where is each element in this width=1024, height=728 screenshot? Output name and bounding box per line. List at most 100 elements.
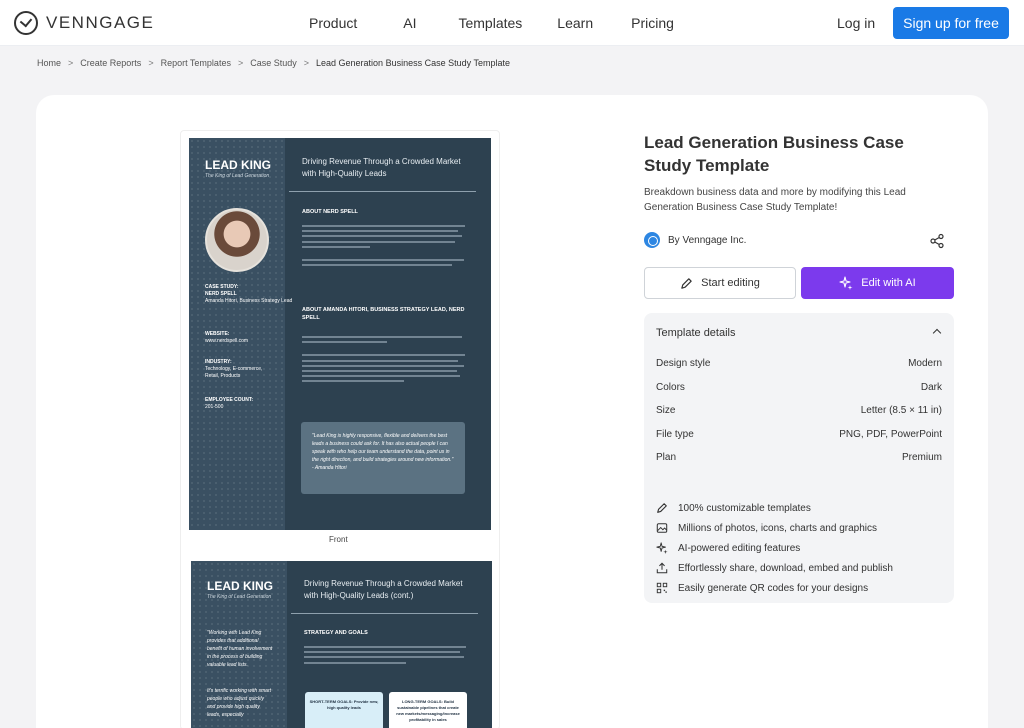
feature-label: Easily generate QR codes for your design… <box>678 582 869 594</box>
logo-text: VENNGAGE <box>46 13 155 32</box>
preview-headline: Driving Revenue Through a Crowded Market… <box>302 157 461 178</box>
breadcrumb: Home > Create Reports > Report Templates… <box>37 58 510 68</box>
venngage-logo[interactable]: VENNGAGE <box>14 11 154 35</box>
preview-brand: LEAD KING <box>207 579 273 593</box>
feature-item: 100% customizable templates <box>656 498 893 518</box>
detail-value: Modern <box>908 358 942 369</box>
chevron-up-icon[interactable] <box>932 328 942 338</box>
detail-label: Plan <box>656 452 677 463</box>
feature-label: Millions of photos, icons, charts and gr… <box>678 522 877 534</box>
detail-row-colors: Colors Dark <box>656 382 942 406</box>
detail-value: PNG, PDF, PowerPoint <box>839 428 942 440</box>
nav-ai[interactable]: AI <box>403 15 416 31</box>
logo-icon <box>14 11 38 35</box>
industry-value: Technology, E-commerce, Retail, Products <box>205 366 263 379</box>
website-label: WEBSITE: <box>205 331 230 337</box>
sparkle-icon <box>656 542 668 554</box>
preview-section-person: ABOUT AMANDA HITORI, BUSINESS STRATEGY L… <box>302 307 465 321</box>
feature-label: AI-powered editing features <box>678 542 801 554</box>
top-nav-bar: VENNGAGE Product AI Templates Learn Pric… <box>0 0 1024 46</box>
breadcrumb-separator: > <box>148 58 154 68</box>
preview-employee: EMPLOYEE COUNT: 201-500 <box>205 397 253 411</box>
pencil-icon <box>657 503 667 513</box>
preview-body-text <box>302 336 472 386</box>
template-preview-front[interactable]: LEAD KING The King of Lead Generation Dr… <box>189 138 491 530</box>
venngage-author-icon <box>644 232 660 248</box>
nav-product[interactable]: Product <box>309 15 357 31</box>
breadcrumb-case-study[interactable]: Case Study <box>250 58 297 68</box>
detail-value: Premium <box>901 452 942 463</box>
breadcrumb-report-templates[interactable]: Report Templates <box>161 58 231 68</box>
author[interactable]: By Venngage Inc. <box>644 232 746 248</box>
industry-label: INDUSTRY: <box>205 359 232 365</box>
qr-code-icon <box>656 582 668 594</box>
edit-with-ai-label: Edit with AI <box>861 277 916 289</box>
preview-body-text <box>304 646 474 667</box>
breadcrumb-separator: > <box>303 58 310 68</box>
preview-industry: INDUSTRY: Technology, E-commerce, Retail… <box>205 359 275 380</box>
details-rows: Design style Modern Colors Dark Size Let… <box>656 358 942 476</box>
preview-short-term-goal: SHORT-TERM GOALS: Provide new, high qual… <box>305 692 383 728</box>
detail-value: Dark <box>920 381 942 393</box>
detail-label: File type <box>656 428 694 440</box>
signup-button[interactable]: Sign up for free <box>893 7 1009 39</box>
preview-case-study: CASE STUDY: NERD SPELL Amanda Hitori, Bu… <box>205 284 292 305</box>
preview-side-quote: It's terrific working with smart people … <box>207 688 272 718</box>
detail-row-size: Size Letter (8.5 × 11 in) <box>656 405 942 429</box>
feature-item: Millions of photos, icons, charts and gr… <box>656 518 893 538</box>
preview-headline: Driving Revenue Through a Crowded Market… <box>304 579 463 600</box>
breadcrumb-separator: > <box>68 58 74 68</box>
preview-long-term-goal: LONG-TERM GOALS: Build sustainable pipel… <box>389 692 467 728</box>
detail-label: Size <box>656 405 676 416</box>
pencil-icon <box>681 277 692 289</box>
detail-value: Letter (8.5 × 11 in) <box>860 405 942 416</box>
template-details-title[interactable]: Template details <box>656 327 736 339</box>
employee-value: 201-500 <box>205 404 224 410</box>
breadcrumb-separator: > <box>237 58 244 68</box>
sparkle-icon <box>839 276 853 290</box>
nav-templates[interactable]: Templates <box>458 15 522 31</box>
website-value: www.nerdspell.com <box>205 338 249 344</box>
preview-tagline: The King of Lead Generation <box>205 173 270 179</box>
author-name: By Venngage Inc. <box>668 234 747 246</box>
template-description: Breakdown business data and more by modi… <box>644 187 906 213</box>
case-study-person: Amanda Hitori, Business Strategy Lead <box>205 298 293 304</box>
nav-learn[interactable]: Learn <box>557 15 593 31</box>
detail-row-file-type: File type PNG, PDF, PowerPoint <box>656 429 942 453</box>
preview-body-text <box>302 225 472 269</box>
main-nav: Product AI Templates Learn Pricing <box>309 15 720 31</box>
feature-item: Easily generate QR codes for your design… <box>656 578 893 598</box>
employee-label: EMPLOYEE COUNT: <box>205 397 254 403</box>
template-preview-back[interactable]: LEAD KING The King of Lead Generation Dr… <box>191 561 492 728</box>
preview-tagline: The King of Lead Generation <box>207 594 272 600</box>
template-details-panel: Template details Design style Modern Col… <box>644 313 954 603</box>
detail-label: Design style <box>656 358 711 369</box>
start-editing-button[interactable]: Start editing <box>644 267 796 299</box>
feature-label: Effortlessly share, download, embed and … <box>678 562 893 574</box>
detail-row-plan: Plan Premium <box>656 452 942 476</box>
template-title: Lead Generation Business Case Study Temp… <box>644 133 904 175</box>
detail-label: Colors <box>656 381 685 393</box>
edit-with-ai-button[interactable]: Edit with AI <box>801 267 954 299</box>
preview-divider <box>289 191 476 192</box>
feature-label: 100% customizable templates <box>678 502 811 514</box>
case-study-name: NERD SPELL <box>205 291 237 297</box>
case-study-label: CASE STUDY: <box>205 284 239 290</box>
share-icon[interactable] <box>929 233 945 249</box>
preview-avatar <box>205 208 269 272</box>
nav-pricing[interactable]: Pricing <box>631 15 674 31</box>
start-editing-label: Start editing <box>701 277 760 289</box>
preview-divider <box>291 613 478 614</box>
breadcrumb-home[interactable]: Home <box>37 58 61 68</box>
feature-item: Effortlessly share, download, embed and … <box>656 558 893 578</box>
login-link[interactable]: Log in <box>837 15 875 31</box>
breadcrumb-create-reports[interactable]: Create Reports <box>80 58 141 68</box>
preview-front-label: Front <box>329 535 348 544</box>
image-icon <box>656 523 668 533</box>
feature-item: AI-powered editing features <box>656 538 893 558</box>
preview-section-strategy: STRATEGY AND GOALS <box>304 630 368 636</box>
preview-section-about: ABOUT NERD SPELL <box>302 209 358 215</box>
detail-row-design-style: Design style Modern <box>656 358 942 382</box>
breadcrumb-current: Lead Generation Business Case Study Temp… <box>316 58 510 68</box>
preview-side-quote: "Working with Lead King provides that ad… <box>207 630 273 668</box>
